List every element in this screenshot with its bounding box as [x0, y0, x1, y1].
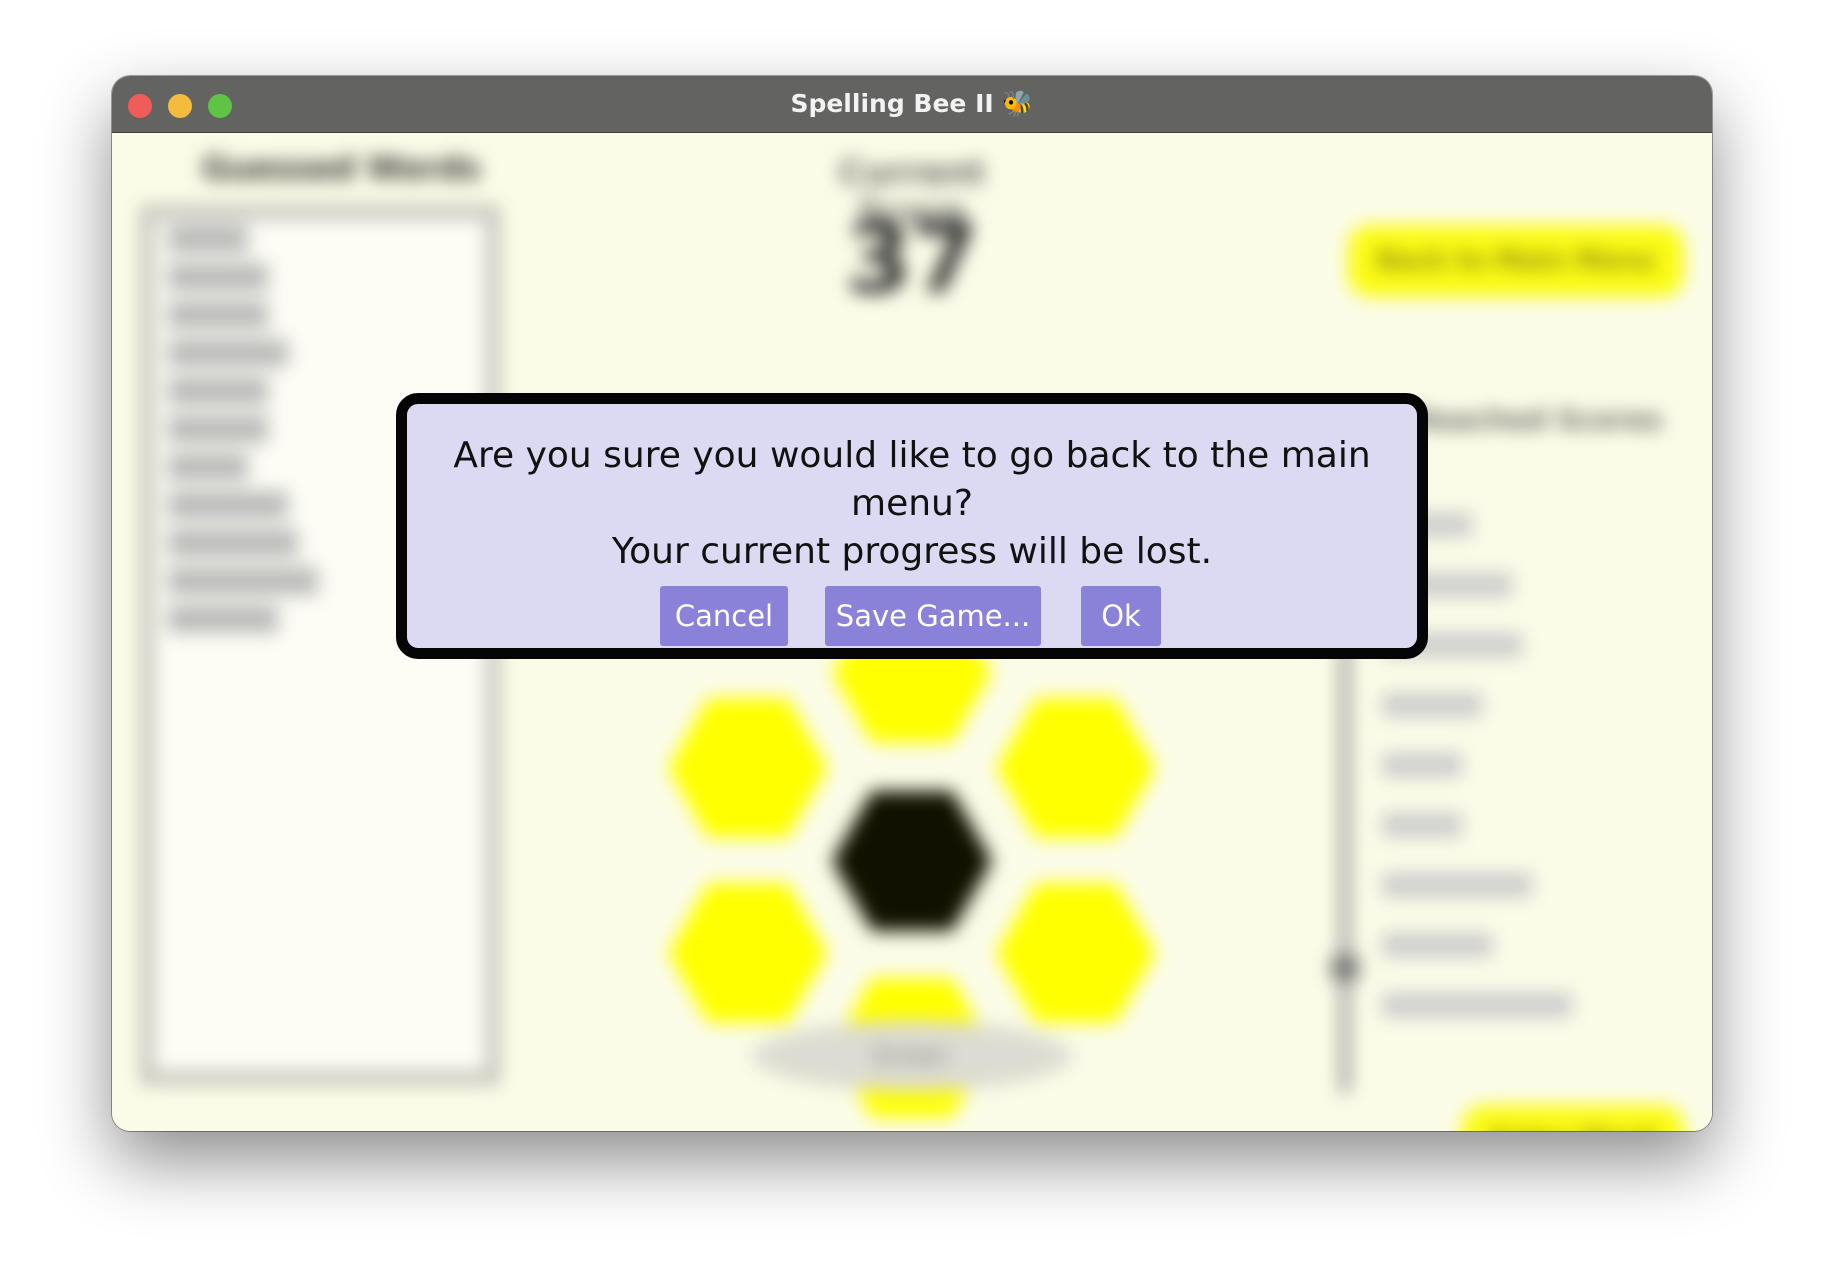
list-item: [168, 415, 268, 443]
list-item: [168, 529, 298, 557]
cancel-button[interactable]: Cancel: [660, 586, 788, 646]
dialog-message: Are you sure you would like to go back t…: [407, 432, 1417, 576]
list-item: [1382, 813, 1462, 837]
list-item: [168, 301, 268, 329]
list-item: [1382, 873, 1532, 897]
rank-heading: Reached Scores: [1412, 403, 1663, 436]
list-item: [168, 567, 318, 595]
list-item: [1382, 753, 1462, 777]
guessed-words-heading: Guessed Words: [202, 149, 481, 187]
word-entry-field[interactable]: Enter: [752, 1021, 1072, 1091]
list-item: [168, 453, 248, 481]
app-window: Spelling Bee II 🐝 Guessed Words Current …: [112, 76, 1712, 1131]
letter-hex-center[interactable]: [832, 791, 992, 931]
letter-hex-upper-left[interactable]: [668, 698, 828, 838]
window-title: Spelling Bee II 🐝: [790, 89, 1034, 118]
dialog-message-line-2: Your current progress will be lost.: [611, 531, 1213, 572]
list-item: [1382, 993, 1572, 1017]
list-item: [1382, 693, 1482, 717]
back-to-menu-button[interactable]: Back to Main Menu: [1348, 225, 1684, 297]
desktop: Spelling Bee II 🐝 Guessed Words Current …: [0, 0, 1824, 1280]
ok-button[interactable]: Ok: [1081, 586, 1161, 646]
list-item: [168, 263, 268, 291]
list-item: [168, 491, 288, 519]
rank-progress-marker: [1330, 953, 1360, 983]
list-item: [1382, 933, 1492, 957]
letter-hex-lower-left[interactable]: [668, 883, 828, 1023]
title-bar[interactable]: Spelling Bee II 🐝: [112, 76, 1712, 133]
list-item: [168, 339, 288, 367]
letter-hex-lower-right[interactable]: [996, 883, 1156, 1023]
submit-word-button[interactable]: Enter Word: [1462, 1105, 1684, 1131]
save-game-button[interactable]: Save Game...: [825, 586, 1041, 646]
letter-hex-upper-right[interactable]: [996, 698, 1156, 838]
list-item: [168, 225, 248, 253]
score-value: 37: [845, 203, 979, 315]
list-item: [168, 377, 268, 405]
dialog-message-line-1: Are you sure you would like to go back t…: [453, 435, 1371, 524]
confirm-dialog: Are you sure you would like to go back t…: [396, 393, 1428, 659]
window-content: Guessed Words Current Score 37 Back to M…: [112, 133, 1712, 1131]
list-item: [168, 605, 278, 633]
